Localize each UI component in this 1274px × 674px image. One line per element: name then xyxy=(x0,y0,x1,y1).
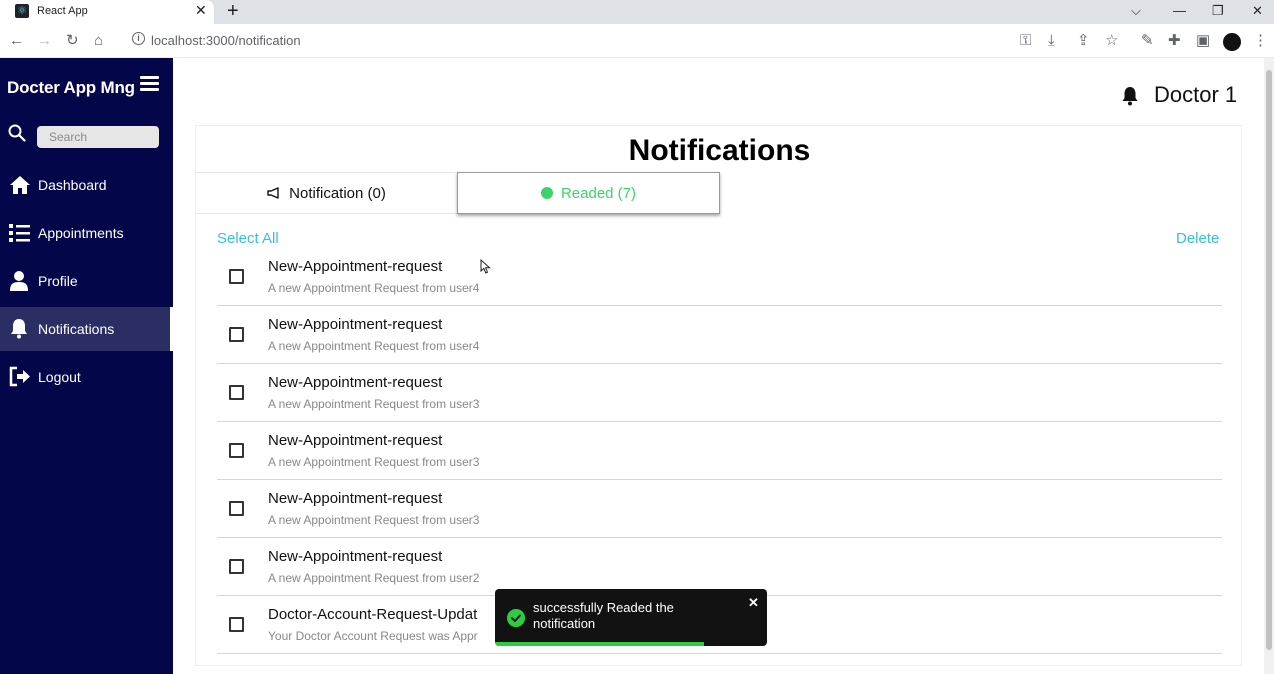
header-bell-icon[interactable] xyxy=(1120,86,1140,106)
tab-search-icon[interactable]: ⌵ xyxy=(1131,0,1141,22)
list-icon xyxy=(9,224,30,242)
extensions-icon[interactable]: ✚ xyxy=(1168,32,1181,50)
toast-close-icon[interactable]: ✕ xyxy=(748,595,759,611)
list-item[interactable]: New-Appointment-request A new Appointmen… xyxy=(217,364,1222,422)
bell-icon xyxy=(11,319,27,339)
browser-tab[interactable]: ⚛ React App ✕ xyxy=(0,0,214,24)
list-item[interactable]: New-Appointment-request A new Appointmen… xyxy=(217,306,1222,364)
sidebar-item-label: Logout xyxy=(38,369,81,385)
notification-title: New-Appointment-request xyxy=(268,316,443,333)
notification-desc: A new Appointment Request from user3 xyxy=(268,513,480,527)
tab-readed[interactable]: Readed (7) xyxy=(457,172,720,214)
notification-desc: A new Appointment Request from user2 xyxy=(268,571,480,585)
select-all-link[interactable]: Select All xyxy=(217,230,279,247)
search-input[interactable] xyxy=(37,126,159,148)
browser-tab-title: React App xyxy=(37,5,88,17)
notification-title: New-Appointment-request xyxy=(268,432,443,449)
tab-close-icon[interactable]: ✕ xyxy=(195,2,207,19)
key-icon[interactable]: ⚿ xyxy=(1020,32,1031,50)
success-toast: successfully Readed the notification ✕ xyxy=(495,589,767,646)
hamburger-menu-icon[interactable] xyxy=(140,76,159,92)
sidebar: Docter App Mng Dashboard Appointments Pr… xyxy=(0,58,173,674)
sidebar-item-label: Dashboard xyxy=(38,177,107,193)
sidebar-item-label: Appointments xyxy=(38,225,124,241)
notification-title: Doctor-Account-Request-Updat xyxy=(268,606,478,623)
sidebar-item-dashboard[interactable]: Dashboard xyxy=(0,163,173,207)
browser-toolbar: ← → ↻ ⌂ i localhost:3000/notification ⚿ … xyxy=(0,24,1274,58)
tab-notification[interactable]: Notification (0) xyxy=(196,172,457,214)
toast-progress-bar xyxy=(495,642,705,646)
notification-title: New-Appointment-request xyxy=(268,374,443,391)
menu-kebab-icon[interactable]: ⋮ xyxy=(1253,32,1268,50)
notifications-card: Notifications Notification (0) Readed (7… xyxy=(195,125,1242,666)
side-panel-icon[interactable]: ▣ xyxy=(1196,32,1210,50)
list-item[interactable]: New-Appointment-request A new Appointmen… xyxy=(217,480,1222,538)
share-icon[interactable]: ⇪ xyxy=(1077,32,1090,50)
home-browser-icon[interactable]: ⌂ xyxy=(94,32,103,50)
tab-readed-label: Readed (7) xyxy=(560,184,637,202)
forward-icon[interactable]: → xyxy=(37,32,52,50)
list-item[interactable]: New-Appointment-request A new Appointmen… xyxy=(217,422,1222,480)
sidebar-item-label: Profile xyxy=(38,273,78,289)
sidebar-item-logout[interactable]: Logout xyxy=(0,355,173,399)
mouse-cursor-icon xyxy=(480,259,491,274)
address-bar[interactable]: i localhost:3000/notification xyxy=(120,27,1130,55)
minimize-icon[interactable]: — xyxy=(1173,0,1186,22)
sidebar-item-notifications[interactable]: Notifications xyxy=(0,307,173,351)
back-icon[interactable]: ← xyxy=(9,32,24,50)
row-checkbox[interactable] xyxy=(229,327,244,342)
list-item[interactable]: New-Appointment-request A new Appointmen… xyxy=(217,538,1222,596)
row-checkbox[interactable] xyxy=(229,385,244,400)
notification-title: New-Appointment-request xyxy=(268,548,443,565)
chat-bubble-icon xyxy=(540,187,553,199)
new-tab-button[interactable]: + xyxy=(227,0,239,22)
reload-icon[interactable]: ↻ xyxy=(66,32,79,50)
row-checkbox[interactable] xyxy=(229,443,244,458)
notification-desc: A new Appointment Request from user3 xyxy=(268,455,480,469)
react-favicon-icon: ⚛ xyxy=(15,4,29,18)
page-title: Notifications xyxy=(628,134,811,167)
logout-icon xyxy=(9,366,30,387)
megaphone-icon xyxy=(267,187,279,199)
doctor-name: Doctor 1 xyxy=(1154,82,1238,107)
search-icon[interactable] xyxy=(8,124,26,142)
url-text[interactable]: localhost:3000/notification xyxy=(151,33,301,48)
row-checkbox[interactable] xyxy=(229,269,244,284)
bookmark-star-icon[interactable]: ☆ xyxy=(1105,32,1118,50)
notification-desc: Your Doctor Account Request was Appr xyxy=(268,629,478,643)
row-checkbox[interactable] xyxy=(229,501,244,516)
site-info-icon[interactable]: i xyxy=(132,32,145,45)
notification-title: New-Appointment-request xyxy=(268,258,443,275)
user-icon xyxy=(10,271,28,291)
home-icon xyxy=(10,176,30,194)
profile-avatar[interactable] xyxy=(1223,33,1241,51)
close-window-icon[interactable]: ✕ xyxy=(1252,0,1263,22)
check-circle-icon xyxy=(507,609,525,627)
install-icon[interactable]: ⤓ xyxy=(1048,32,1055,50)
row-checkbox[interactable] xyxy=(229,559,244,574)
notification-title: New-Appointment-request xyxy=(268,490,443,507)
sidebar-item-appointments[interactable]: Appointments xyxy=(0,211,173,255)
row-checkbox[interactable] xyxy=(229,617,244,632)
notification-desc: A new Appointment Request from user4 xyxy=(268,339,480,353)
toast-message: successfully Readed the notification xyxy=(533,600,674,631)
browser-tab-bar: ⚛ React App ✕ + ⌵ — ❐ ✕ xyxy=(0,0,1274,24)
list-item[interactable]: New-Appointment-request A new Appointmen… xyxy=(217,248,1222,306)
sidebar-item-profile[interactable]: Profile xyxy=(0,259,173,303)
scrollbar-thumb[interactable] xyxy=(1266,70,1272,650)
sidebar-item-label: Notifications xyxy=(38,321,115,337)
brand-title: Docter App Mng xyxy=(7,78,135,97)
eyedropper-icon[interactable]: ✎ xyxy=(1141,32,1154,50)
notification-desc: A new Appointment Request from user3 xyxy=(268,397,480,411)
tab-notification-label: Notification (0) xyxy=(289,184,386,202)
restore-icon[interactable]: ❐ xyxy=(1212,0,1224,22)
delete-link[interactable]: Delete xyxy=(1176,230,1219,247)
notification-desc: A new Appointment Request from user4 xyxy=(268,281,480,295)
